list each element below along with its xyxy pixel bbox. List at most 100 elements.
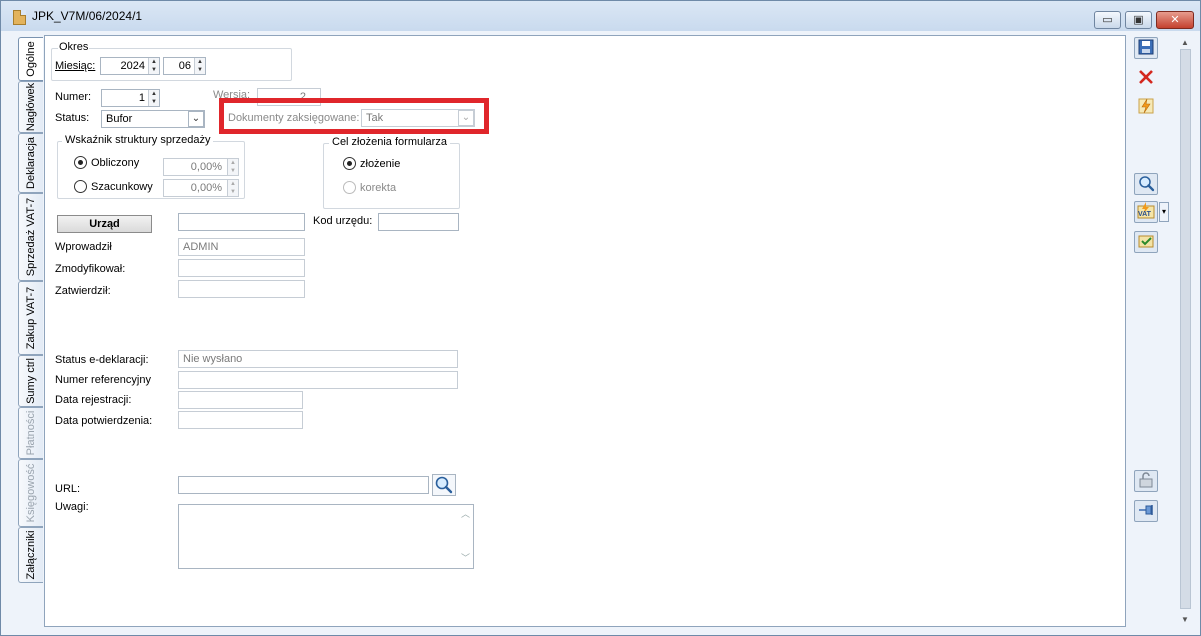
zmodyfikowal-label: Zmodyfikował: [55, 263, 126, 275]
save-button[interactable] [1134, 37, 1158, 59]
vertical-tab-strip: Ogólne Nagłówek Deklaracja Sprzedaż VAT-… [18, 35, 44, 631]
wskaznik-group-title: Wskaźnik struktury sprzedaży [62, 134, 214, 146]
wprowadzil-label: Wprowadził [55, 241, 112, 253]
tab-label: Sprzedaż VAT-7 [25, 197, 37, 277]
month-stepper[interactable]: ▲ ▼ [194, 58, 205, 74]
obliczony-radio[interactable] [74, 156, 87, 169]
zatwierdzil-field [178, 280, 305, 298]
pin-icon [1139, 505, 1153, 515]
approve-button[interactable] [1134, 231, 1158, 253]
magnifier-icon [435, 476, 453, 494]
tab-sprzedaz-vat7[interactable]: Sprzedaż VAT-7 [18, 193, 43, 281]
okres-group-title: Okres [58, 41, 90, 53]
chevron-down-icon: ﹀ [461, 553, 471, 563]
numer-referencyjny-field [178, 371, 458, 389]
tab-label: Księgowość [25, 463, 37, 523]
tab-label: Ogólne [25, 41, 37, 77]
url-search-button[interactable] [432, 474, 456, 496]
szacunkowy-stepper: ▲ ▼ [227, 180, 238, 196]
document-icon [13, 10, 26, 25]
tab-label: Zakup VAT-7 [25, 286, 37, 350]
uwagi-label: Uwagi: [55, 501, 89, 513]
close-button[interactable]: ✕ [1156, 11, 1194, 29]
month-value: 06 [178, 60, 191, 72]
obliczony-stepper: ▲ ▼ [227, 159, 238, 175]
obliczony-value: 0,00% [190, 161, 222, 173]
numer-stepper[interactable]: ▲ ▼ [148, 90, 159, 106]
lightning-button[interactable] [1134, 96, 1158, 118]
document-window: JPK_V7M/06/2024/1 ▭ ▣ ✕ Ogólne Nagłówek … [0, 0, 1201, 636]
kod-urzedu-label: Kod urzędu: [313, 215, 373, 227]
data-potwierdzenia-field [178, 411, 303, 429]
tab-label: Sumy ctrl [25, 358, 37, 404]
urzad-field[interactable] [178, 213, 305, 231]
numer-label: Numer: [55, 91, 92, 103]
chevron-up-icon: ︿ [461, 509, 471, 519]
tab-label: Płatności [25, 410, 37, 456]
chevron-up-icon[interactable]: ▲ [1181, 38, 1189, 47]
minimize-button[interactable]: ▭ [1094, 11, 1121, 29]
wprowadzil-value: ADMIN [183, 241, 219, 253]
maximize-button[interactable]: ▣ [1125, 11, 1152, 29]
tab-platnosci[interactable]: Płatności [18, 407, 43, 459]
zatwierdzil-label: Zatwierdził: [55, 285, 111, 297]
cancel-button[interactable] [1134, 67, 1158, 89]
tab-naglowek[interactable]: Nagłówek [18, 81, 43, 133]
wprowadzil-field: ADMIN [178, 238, 305, 256]
data-potwierdzenia-label: Data potwierdzenia: [55, 415, 153, 427]
tab-sumy-ctrl[interactable]: Sumy ctrl [18, 355, 43, 407]
window-title: JPK_V7M/06/2024/1 [32, 9, 143, 23]
numer-referencyjny-label: Numer referencyjny [55, 374, 151, 386]
data-rejestracji-label: Data rejestracji: [55, 394, 132, 406]
tab-label: Deklaracja [25, 137, 37, 189]
tab-label: Nagłówek [25, 82, 37, 132]
window-scrollbar[interactable]: ▲ ▼ [1177, 35, 1193, 627]
envelope-check-icon [1138, 235, 1154, 248]
tab-ogolne[interactable]: Ogólne [18, 37, 43, 81]
general-tab-panel: Okres Miesiąc: 2024 ▲ ▼ 06 ▲ ▼ Numer: 1 ▲ ▼… [44, 35, 1126, 627]
vat-button[interactable]: VAT [1134, 201, 1158, 223]
scrollbar-thumb[interactable] [1180, 49, 1191, 609]
status-value: Bufor [106, 113, 133, 125]
data-rejestracji-field [178, 391, 303, 409]
lock-button[interactable] [1134, 470, 1158, 492]
urzad-button[interactable]: Urząd [57, 215, 152, 233]
korekta-label: korekta [360, 182, 397, 194]
url-label: URL: [55, 483, 81, 495]
pin-button[interactable] [1134, 500, 1158, 522]
kod-urzedu-field[interactable] [378, 213, 459, 231]
szacunkowy-label: Szacunkowy [91, 181, 153, 193]
cel-group [323, 143, 460, 209]
year-value: 2024 [120, 60, 145, 72]
zmodyfikowal-field [178, 259, 305, 277]
url-field[interactable] [178, 476, 429, 494]
status-label: Status: [55, 112, 90, 124]
year-stepper[interactable]: ▲ ▼ [148, 58, 159, 74]
status-edeklaracji-field: Nie wysłano [178, 350, 458, 368]
uwagi-scrollbar[interactable]: ︿ ﹀ [458, 505, 473, 568]
lock-icon [1139, 472, 1153, 488]
floppy-disk-icon [1138, 39, 1154, 55]
zlozenie-label: złożenie [360, 158, 401, 170]
chevron-down-icon[interactable]: ⌄ [188, 111, 204, 127]
vat-label: VAT [1138, 211, 1151, 218]
korekta-radio [343, 181, 356, 194]
uwagi-textarea[interactable]: ︿ ﹀ [178, 504, 474, 569]
right-toolbar: VAT ▾ [1127, 35, 1177, 631]
annotation-highlight [219, 98, 489, 134]
miesiac-label: Miesiąc: [55, 60, 96, 72]
tab-label: Załączniki [25, 530, 37, 580]
vat-dropdown-button[interactable]: ▾ [1159, 202, 1169, 222]
tab-deklaracja[interactable]: Deklaracja [18, 133, 43, 193]
red-x-icon [1139, 70, 1153, 84]
cel-group-title: Cel złożenia formularza [329, 136, 450, 148]
status-edeklaracji-value: Nie wysłano [183, 353, 243, 365]
tab-zakup-vat7[interactable]: Zakup VAT-7 [18, 281, 43, 355]
chevron-down-icon[interactable]: ▼ [1181, 615, 1189, 624]
szacunkowy-radio[interactable] [74, 180, 87, 193]
tab-ksiegowosc[interactable]: Księgowość [18, 459, 43, 527]
tab-zalaczniki[interactable]: Załączniki [18, 527, 43, 583]
preview-button[interactable] [1134, 173, 1158, 195]
zlozenie-radio[interactable] [343, 157, 356, 170]
szacunkowy-value: 0,00% [190, 182, 222, 194]
